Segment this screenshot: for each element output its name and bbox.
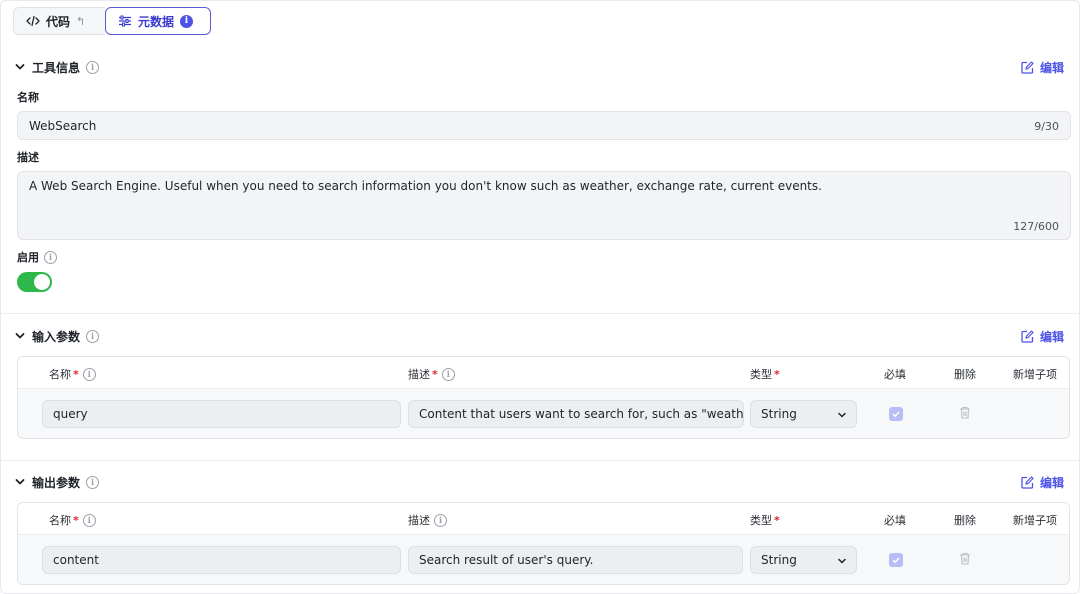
col-delete: 删除 [954,514,976,527]
tool-info-header[interactable]: 工具信息 i [14,58,100,76]
col-add-child: 新增子项 [1013,368,1057,381]
tool-description-value: A Web Search Engine. Useful when you nee… [29,179,822,193]
check-icon [892,557,900,564]
param-type-select[interactable]: String [750,546,857,574]
sliders-icon [119,15,131,27]
col-add-child: 新增子项 [1013,514,1057,527]
col-type: 类型 * [750,367,780,382]
required-checkbox[interactable] [889,407,903,421]
chevron-down-icon [15,333,25,339]
tool-description-count: 127/600 [1013,220,1059,233]
param-type-value: String [761,553,797,567]
col-desc: 描述 i [408,512,447,528]
param-type-select[interactable]: String [750,400,857,428]
enable-toggle[interactable] [17,272,52,292]
output-params-table: 名称 * i 描述 i 类型 * 必填 删除 新增子项 content Search r… [17,502,1070,585]
chevron-down-icon [838,412,846,418]
edit-label: 编辑 [1039,60,1064,75]
desc-label: 描述 [17,151,39,164]
col-required: 必填 [884,368,906,381]
param-name-input[interactable]: content [42,546,401,574]
info-badge-icon: i [180,14,194,28]
name-label: 名称 [17,91,39,104]
info-icon: i [44,250,57,264]
tool-name-input[interactable]: WebSearch 9/30 [17,111,1071,140]
param-name-input[interactable]: query [42,400,401,428]
chevron-down-icon [15,64,25,70]
trash-icon[interactable] [959,406,971,419]
tab-bar: 代码 ↰ 元数据 i [13,7,211,35]
section-divider [1,460,1079,461]
input-params-edit-button[interactable]: 编辑 [1021,327,1064,345]
tab-metadata-label: 元数据 [138,14,175,29]
edit-icon [1021,475,1034,489]
param-desc-input[interactable]: Content that users want to search for, s… [408,400,744,428]
edit-label: 编辑 [1039,475,1064,490]
tool-info-edit-button[interactable]: 编辑 [1021,58,1064,76]
output-params-edit-button[interactable]: 编辑 [1021,473,1064,491]
input-params-header[interactable]: 输入参数 i [14,327,100,345]
table-header: 名称 * i 描述 i 类型 * 必填 删除 新增子项 [18,503,1069,535]
col-required: 必填 [884,514,906,527]
input-params-title: 输入参数 [32,329,81,344]
toggle-knob [34,274,50,290]
check-icon [892,411,900,418]
output-params-title: 输出参数 [32,475,81,490]
col-name: 名称 * i [49,366,96,382]
undo-icon: ↰ [76,14,86,28]
input-params-table: 名称 * i 描述 * i 类型 * 必填 删除 新增子项 query Content t… [17,356,1070,439]
edit-icon [1021,60,1034,74]
info-icon: i [86,475,100,489]
info-icon: i [441,367,455,381]
col-delete: 删除 [954,368,976,381]
tool-name-value: WebSearch [29,119,97,133]
chevron-down-icon [838,558,846,564]
col-name: 名称 * i [49,512,96,528]
table-header: 名称 * i 描述 * i 类型 * 必填 删除 新增子项 [18,357,1069,389]
param-desc-input[interactable]: Search result of user's query. [408,546,743,574]
tool-info-title: 工具信息 [32,60,81,75]
tab-code-label: 代码 [46,14,71,29]
info-icon: i [86,60,100,74]
code-icon [26,15,40,27]
col-desc: 描述 * i [408,366,455,382]
tab-metadata[interactable]: 元数据 i [105,7,211,35]
param-type-value: String [761,407,797,421]
edit-label: 编辑 [1039,329,1064,344]
enable-label-row: 启用 i [17,249,57,265]
info-icon: i [86,329,100,343]
required-checkbox[interactable] [889,553,903,567]
info-icon: i [82,367,96,381]
tool-name-count: 9/30 [1034,120,1059,133]
edit-icon [1021,329,1034,343]
trash-icon[interactable] [959,552,971,565]
tab-code[interactable]: 代码 ↰ [13,7,105,35]
col-type: 类型 * [750,513,780,528]
section-divider [1,313,1079,314]
enable-label: 启用 [17,251,39,264]
chevron-down-icon [15,479,25,485]
info-icon: i [434,513,447,527]
info-icon: i [82,513,96,527]
output-params-header[interactable]: 输出参数 i [14,473,100,491]
tool-description-textarea[interactable]: A Web Search Engine. Useful when you nee… [17,171,1071,240]
